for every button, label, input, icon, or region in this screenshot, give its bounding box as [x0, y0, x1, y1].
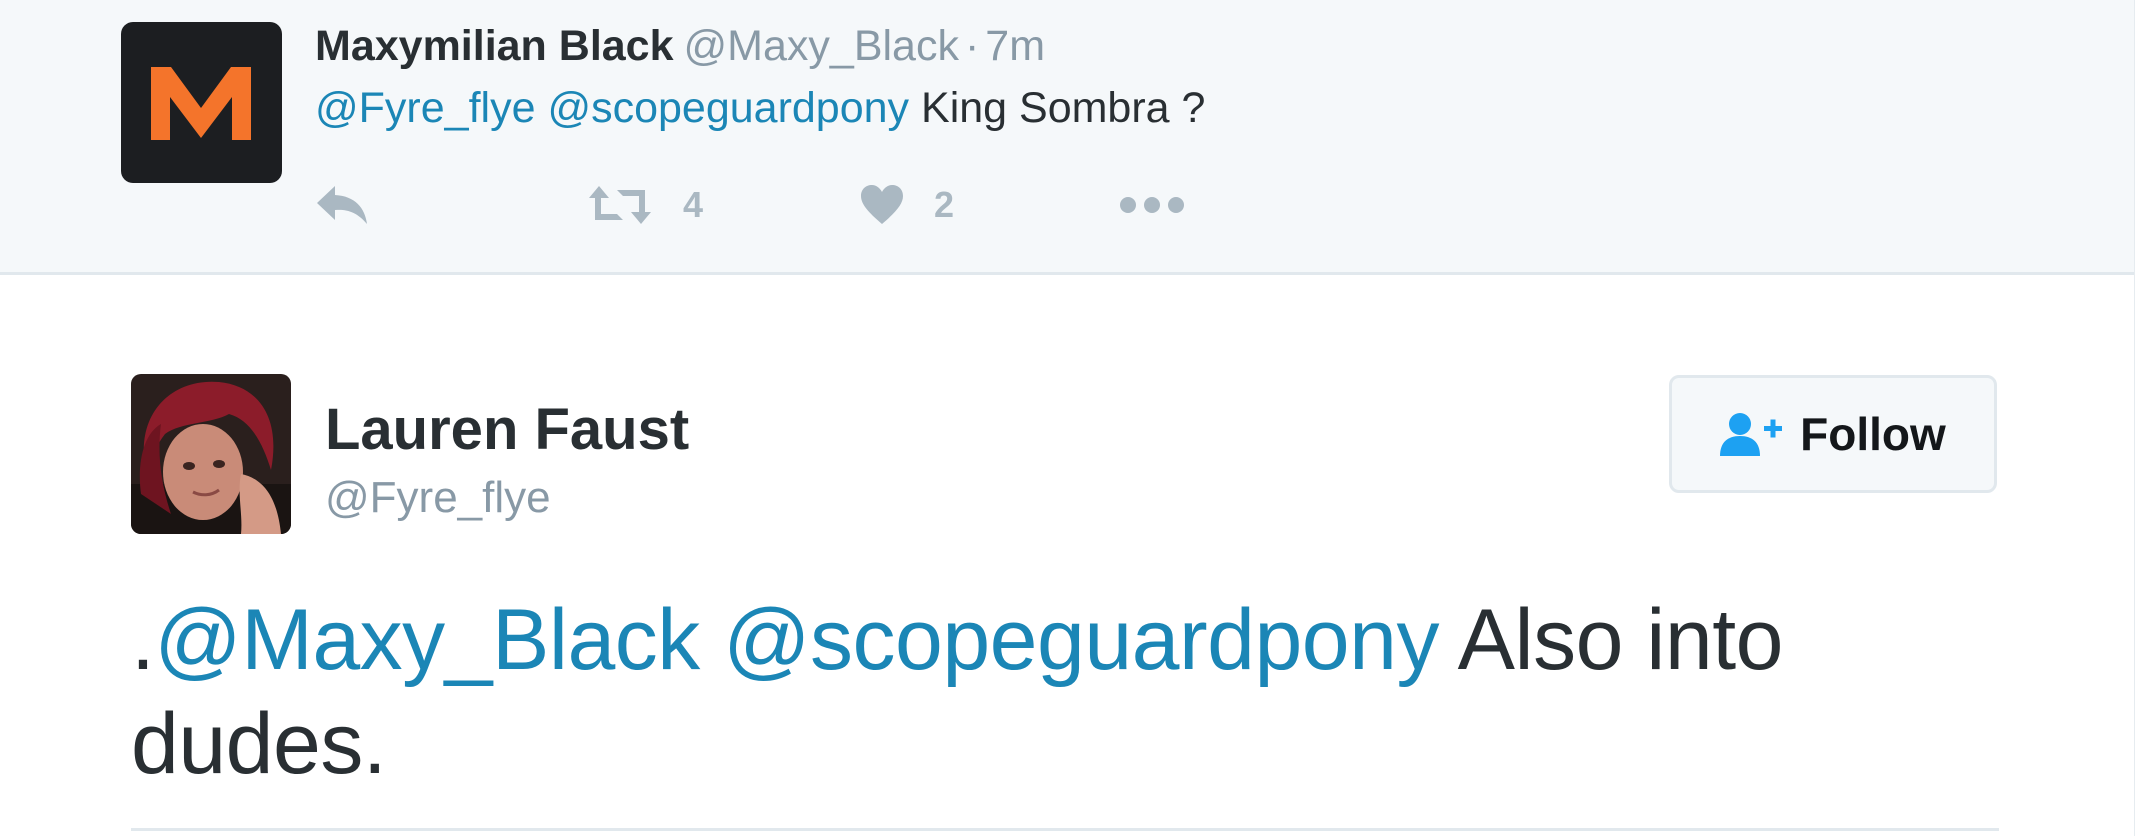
- tweet-text-segment: King Sombra ?: [909, 84, 1206, 132]
- author-handle[interactable]: @Fyre_flye: [325, 472, 551, 524]
- mention-link[interactable]: @scopeguardpony: [723, 592, 1439, 688]
- more-dots-icon: [1120, 197, 1184, 213]
- mention-link[interactable]: @Fyre_flye: [315, 84, 535, 132]
- follow-button[interactable]: Follow: [1669, 375, 1997, 493]
- mention-link[interactable]: @scopeguardpony: [547, 84, 909, 132]
- like-button[interactable]: 2: [860, 175, 954, 235]
- retweet-count: 4: [683, 184, 704, 225]
- parent-actions: 4 2: [315, 175, 1215, 235]
- follow-label: Follow: [1800, 408, 1946, 460]
- author-avatar[interactable]: [131, 374, 291, 534]
- heart-icon: [861, 185, 903, 224]
- author-name[interactable]: Lauren Faust: [325, 398, 689, 462]
- parent-tweet[interactable]: Maxymilian Black @Maxy_Black · 7m @Fyre_fly…: [0, 0, 2134, 275]
- more-button[interactable]: [1119, 175, 1185, 235]
- window-edge: [2134, 0, 2144, 836]
- reply-button[interactable]: [315, 175, 373, 235]
- tweet-text: .@Maxy_Black @scopeguardpony Also into d…: [131, 588, 1971, 796]
- tweet-text-segment: [700, 592, 723, 688]
- tweet-text-segment: .: [131, 592, 155, 688]
- parent-tweet-text: @Fyre_flye @scopeguardpony King Sombra ?: [315, 82, 1205, 134]
- mention-link[interactable]: @Maxy_Black: [154, 592, 700, 688]
- parent-author-name[interactable]: Maxymilian Black: [315, 22, 674, 70]
- add-user-icon: [1720, 413, 1783, 456]
- parent-timestamp[interactable]: 7m: [985, 22, 1045, 70]
- tweet-page: Maxymilian Black @Maxy_Black · 7m @Fyre_fly…: [0, 0, 2144, 836]
- like-count: 2: [934, 184, 955, 225]
- tweet-text-segment: [535, 84, 547, 132]
- author-photo: [131, 374, 291, 534]
- m-logo-icon: [151, 67, 251, 140]
- divider: [131, 828, 1999, 831]
- parent-avatar[interactable]: [121, 22, 282, 183]
- parent-header: Maxymilian Black @Maxy_Black · 7m: [315, 20, 1045, 72]
- reply-icon: [317, 186, 367, 224]
- parent-separator: ·: [964, 22, 980, 70]
- retweet-button[interactable]: 4: [587, 175, 703, 235]
- retweet-icon: [589, 186, 651, 224]
- parent-author-handle[interactable]: @Maxy_Black: [684, 22, 959, 70]
